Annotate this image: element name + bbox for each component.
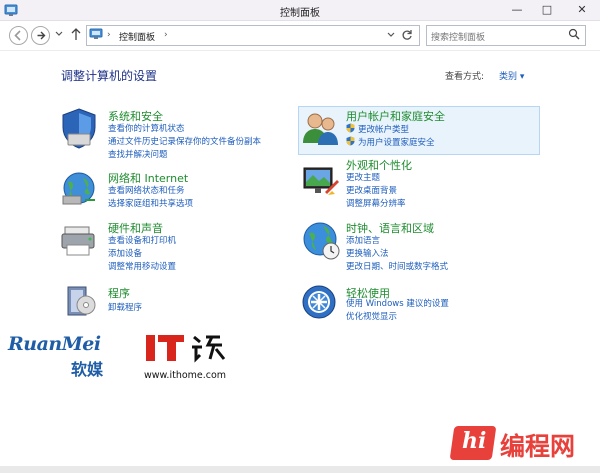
search-input[interactable]: 搜索控制面板 <box>431 30 485 43</box>
system-security-icon[interactable] <box>59 107 99 149</box>
view-by-dropdown[interactable]: 类别 ▾ <box>499 69 524 82</box>
link-troubleshoot[interactable]: 查找并解决问题 <box>108 149 168 162</box>
address-history-dropdown-icon[interactable] <box>387 32 395 38</box>
minimize-button[interactable]: — <box>504 0 530 20</box>
hardware-sound-icon[interactable] <box>59 221 99 261</box>
network-internet-icon[interactable] <box>59 170 99 208</box>
search-icon[interactable] <box>568 28 580 40</box>
link-add-device[interactable]: 添加设备 <box>108 248 142 261</box>
category-system-security[interactable]: 系统和安全 <box>108 108 163 124</box>
breadcrumb-separator[interactable]: › <box>107 30 111 40</box>
view-by-label: 查看方式: <box>445 72 485 82</box>
link-recommended-settings[interactable]: 使用 Windows 建议的设置 <box>346 298 449 311</box>
user-accounts-icon[interactable] <box>301 109 341 147</box>
biancheng-logo-text: 编程网 <box>500 432 576 461</box>
breadcrumb-control-panel[interactable]: 控制面板 <box>119 30 155 43</box>
ithome-logo <box>146 335 226 363</box>
link-network-status[interactable]: 查看网络状态和任务 <box>108 185 185 198</box>
programs-icon[interactable] <box>62 283 98 319</box>
link-family-safety-label[interactable]: 为用户设置家庭安全 <box>358 138 435 148</box>
link-devices-printers[interactable]: 查看设备和打印机 <box>108 235 176 248</box>
back-arrow-icon <box>14 30 21 41</box>
category-clock-language-region[interactable]: 时钟、语言和区域 <box>346 220 434 236</box>
breadcrumb-separator-2[interactable]: › <box>164 30 168 40</box>
ruanmei-logo-text: RuanMei <box>8 333 101 355</box>
ithome-url: www.ithome.com <box>144 370 227 381</box>
clock-language-region-icon[interactable] <box>301 219 341 261</box>
appearance-personalization-icon[interactable] <box>301 162 341 202</box>
page-heading: 调整计算机的设置 <box>61 69 158 83</box>
link-change-account-type-label[interactable]: 更改帐户类型 <box>358 125 409 135</box>
category-appearance[interactable]: 外观和个性化 <box>346 157 412 173</box>
category-network-internet[interactable]: 网络和 Internet <box>108 170 188 186</box>
forward-button[interactable] <box>31 26 50 45</box>
up-arrow-icon[interactable] <box>70 27 82 41</box>
uac-shield-icon <box>346 136 355 146</box>
biancheng-logo-glyph: hi <box>462 428 487 454</box>
link-desktop-background[interactable]: 更改桌面背景 <box>346 185 397 198</box>
forward-arrow-icon <box>37 31 46 40</box>
uac-shield-icon <box>346 123 355 133</box>
link-homegroup-sharing[interactable]: 选择家庭组和共享选项 <box>108 198 193 211</box>
address-control-panel-icon <box>89 28 103 39</box>
link-change-account-type[interactable]: 更改帐户类型 <box>346 123 409 137</box>
link-change-input-method[interactable]: 更换输入法 <box>346 248 389 261</box>
back-button[interactable] <box>9 26 28 45</box>
recent-pages-dropdown-icon[interactable] <box>55 31 63 37</box>
ease-of-access-icon[interactable] <box>301 284 337 320</box>
link-view-computer-status[interactable]: 查看你的计算机状态 <box>108 123 185 136</box>
maximize-button[interactable]: □ <box>534 0 560 20</box>
category-user-accounts[interactable]: 用户帐户和家庭安全 <box>346 108 445 124</box>
link-uninstall-program[interactable]: 卸载程序 <box>108 302 142 315</box>
category-hardware-sound[interactable]: 硬件和声音 <box>108 220 163 236</box>
ruanmei-logo-cn: 软媒 <box>71 360 104 379</box>
close-button[interactable]: ✕ <box>567 0 597 20</box>
refresh-icon[interactable] <box>401 29 413 41</box>
link-file-history-backup[interactable]: 通过文件历史记录保存你的文件备份副本 <box>108 136 261 149</box>
link-screen-resolution[interactable]: 调整屏幕分辨率 <box>346 198 406 211</box>
link-add-language[interactable]: 添加语言 <box>346 235 380 248</box>
category-programs[interactable]: 程序 <box>108 285 130 301</box>
link-optimize-visual-display[interactable]: 优化视觉显示 <box>346 311 397 324</box>
link-mobility-settings[interactable]: 调整常用移动设置 <box>108 261 176 274</box>
status-bar <box>0 466 600 473</box>
link-date-time-format[interactable]: 更改日期、时间或数字格式 <box>346 261 448 274</box>
link-change-theme[interactable]: 更改主题 <box>346 172 380 185</box>
link-family-safety[interactable]: 为用户设置家庭安全 <box>346 136 435 150</box>
